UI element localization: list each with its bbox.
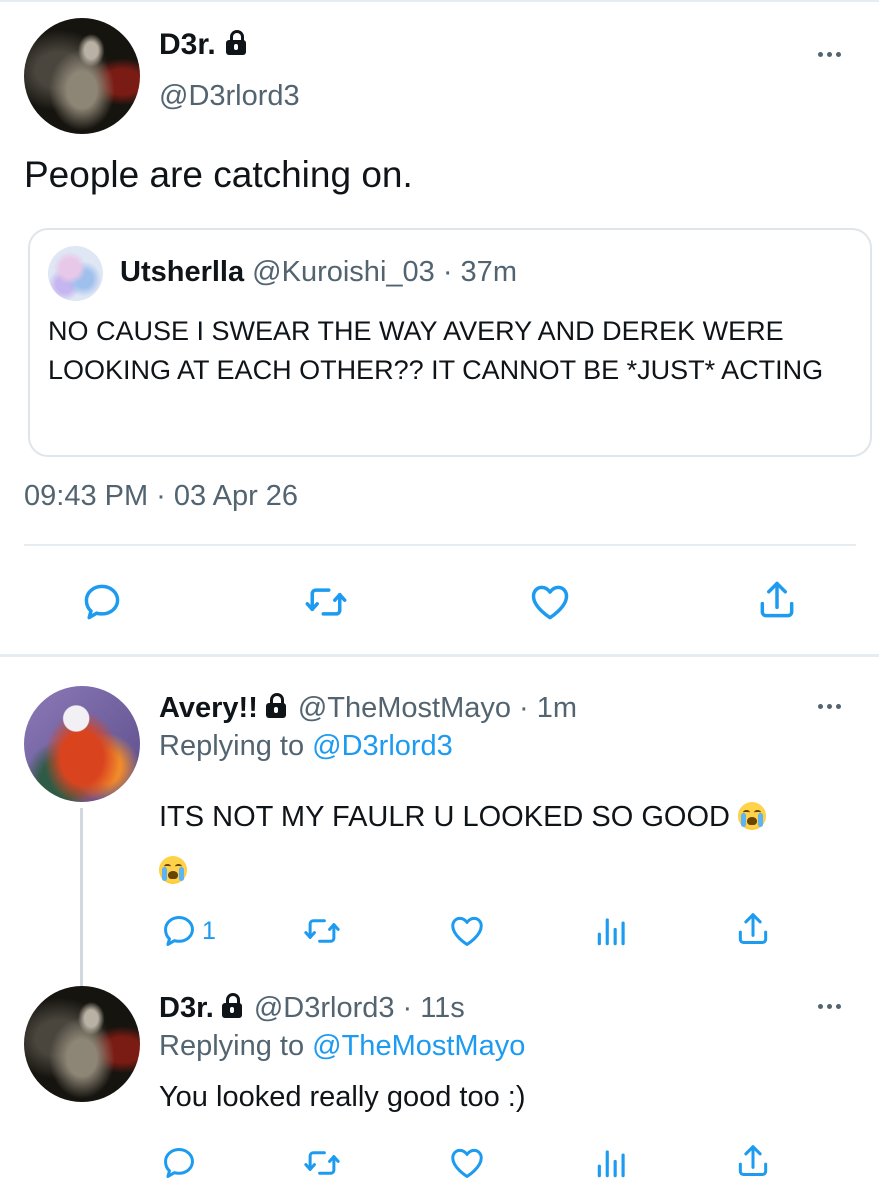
- thread-connector-line: [80, 808, 83, 986]
- protected-lock-icon: [265, 693, 286, 718]
- tweet-text: People are catching on.: [24, 154, 413, 195]
- author-display-name[interactable]: D3r.: [159, 28, 216, 62]
- reply-text-content: ITS NOT MY FAULR U LOOKED SO GOOD: [159, 801, 730, 833]
- reply-time: · 11s: [402, 992, 465, 1024]
- share-icon[interactable]: [734, 910, 772, 948]
- more-options-icon[interactable]: [818, 52, 841, 57]
- share-icon[interactable]: [734, 1142, 772, 1180]
- reply-text: ITS NOT MY FAULR U LOOKED SO GOOD: [159, 790, 849, 898]
- quoted-author-avatar: [48, 246, 103, 301]
- reply-icon[interactable]: 1: [160, 912, 216, 950]
- reply-handle[interactable]: @TheMostMayo: [298, 692, 511, 725]
- protected-lock-icon: [225, 29, 246, 55]
- author-name-row[interactable]: D3r.: [159, 28, 246, 62]
- reply-time: · 1m: [519, 692, 578, 724]
- reply-header: Avery!! @TheMostMayo · 1m: [159, 692, 577, 725]
- retweet-icon[interactable]: [302, 912, 342, 950]
- author-handle[interactable]: @D3rlord3: [159, 80, 300, 113]
- replying-to-line: Replying to @D3rlord3: [159, 730, 453, 763]
- quoted-handle: @Kuroishi_03: [252, 256, 435, 288]
- reply-avatar[interactable]: [24, 986, 140, 1102]
- top-divider: [0, 0, 879, 2]
- author-avatar[interactable]: [24, 18, 140, 134]
- reply-count: 1: [202, 916, 216, 945]
- more-options-icon[interactable]: [818, 704, 841, 709]
- like-icon[interactable]: [447, 912, 487, 950]
- reply-header: D3r. @D3rlord3 · 11s: [159, 992, 465, 1025]
- like-icon[interactable]: [527, 580, 573, 624]
- tweet-timestamp[interactable]: 09:43 PM · 03 Apr 26: [24, 480, 298, 513]
- analytics-icon[interactable]: [593, 912, 631, 950]
- retweet-icon[interactable]: [303, 580, 349, 624]
- retweet-icon[interactable]: [302, 1144, 342, 1182]
- quoted-time: · 37m: [442, 256, 517, 288]
- quoted-text: NO CAUSE I SWEAR THE WAY AVERY AND DEREK…: [48, 316, 824, 385]
- reply-display-name[interactable]: Avery!!: [159, 692, 258, 725]
- analytics-icon[interactable]: [593, 1144, 631, 1182]
- replying-to-mention[interactable]: @TheMostMayo: [312, 1030, 525, 1062]
- more-options-icon[interactable]: [818, 1004, 841, 1009]
- share-icon[interactable]: [755, 578, 799, 622]
- replying-to-label: Replying to: [159, 1030, 305, 1062]
- reply-handle[interactable]: @D3rlord3: [254, 992, 395, 1025]
- loudly-crying-face-emoji: [159, 856, 187, 884]
- reply-display-name[interactable]: D3r.: [159, 992, 214, 1025]
- reply-text: You looked really good too :): [159, 1081, 526, 1113]
- reply-icon[interactable]: [80, 580, 124, 624]
- reply-icon[interactable]: [160, 1144, 198, 1182]
- timestamp-divider: [24, 544, 856, 546]
- section-divider: [0, 654, 879, 657]
- replying-to-line: Replying to @TheMostMayo: [159, 1030, 525, 1063]
- like-icon[interactable]: [447, 1144, 487, 1182]
- quoted-header: Utsherlla @Kuroishi_03 · 37m: [120, 256, 517, 289]
- protected-lock-icon: [221, 993, 242, 1018]
- replying-to-mention[interactable]: @D3rlord3: [312, 730, 453, 762]
- reply-avatar[interactable]: [24, 686, 140, 802]
- quoted-display-name: Utsherlla: [120, 256, 245, 288]
- replying-to-label: Replying to: [159, 730, 305, 762]
- loudly-crying-face-emoji: [738, 802, 767, 830]
